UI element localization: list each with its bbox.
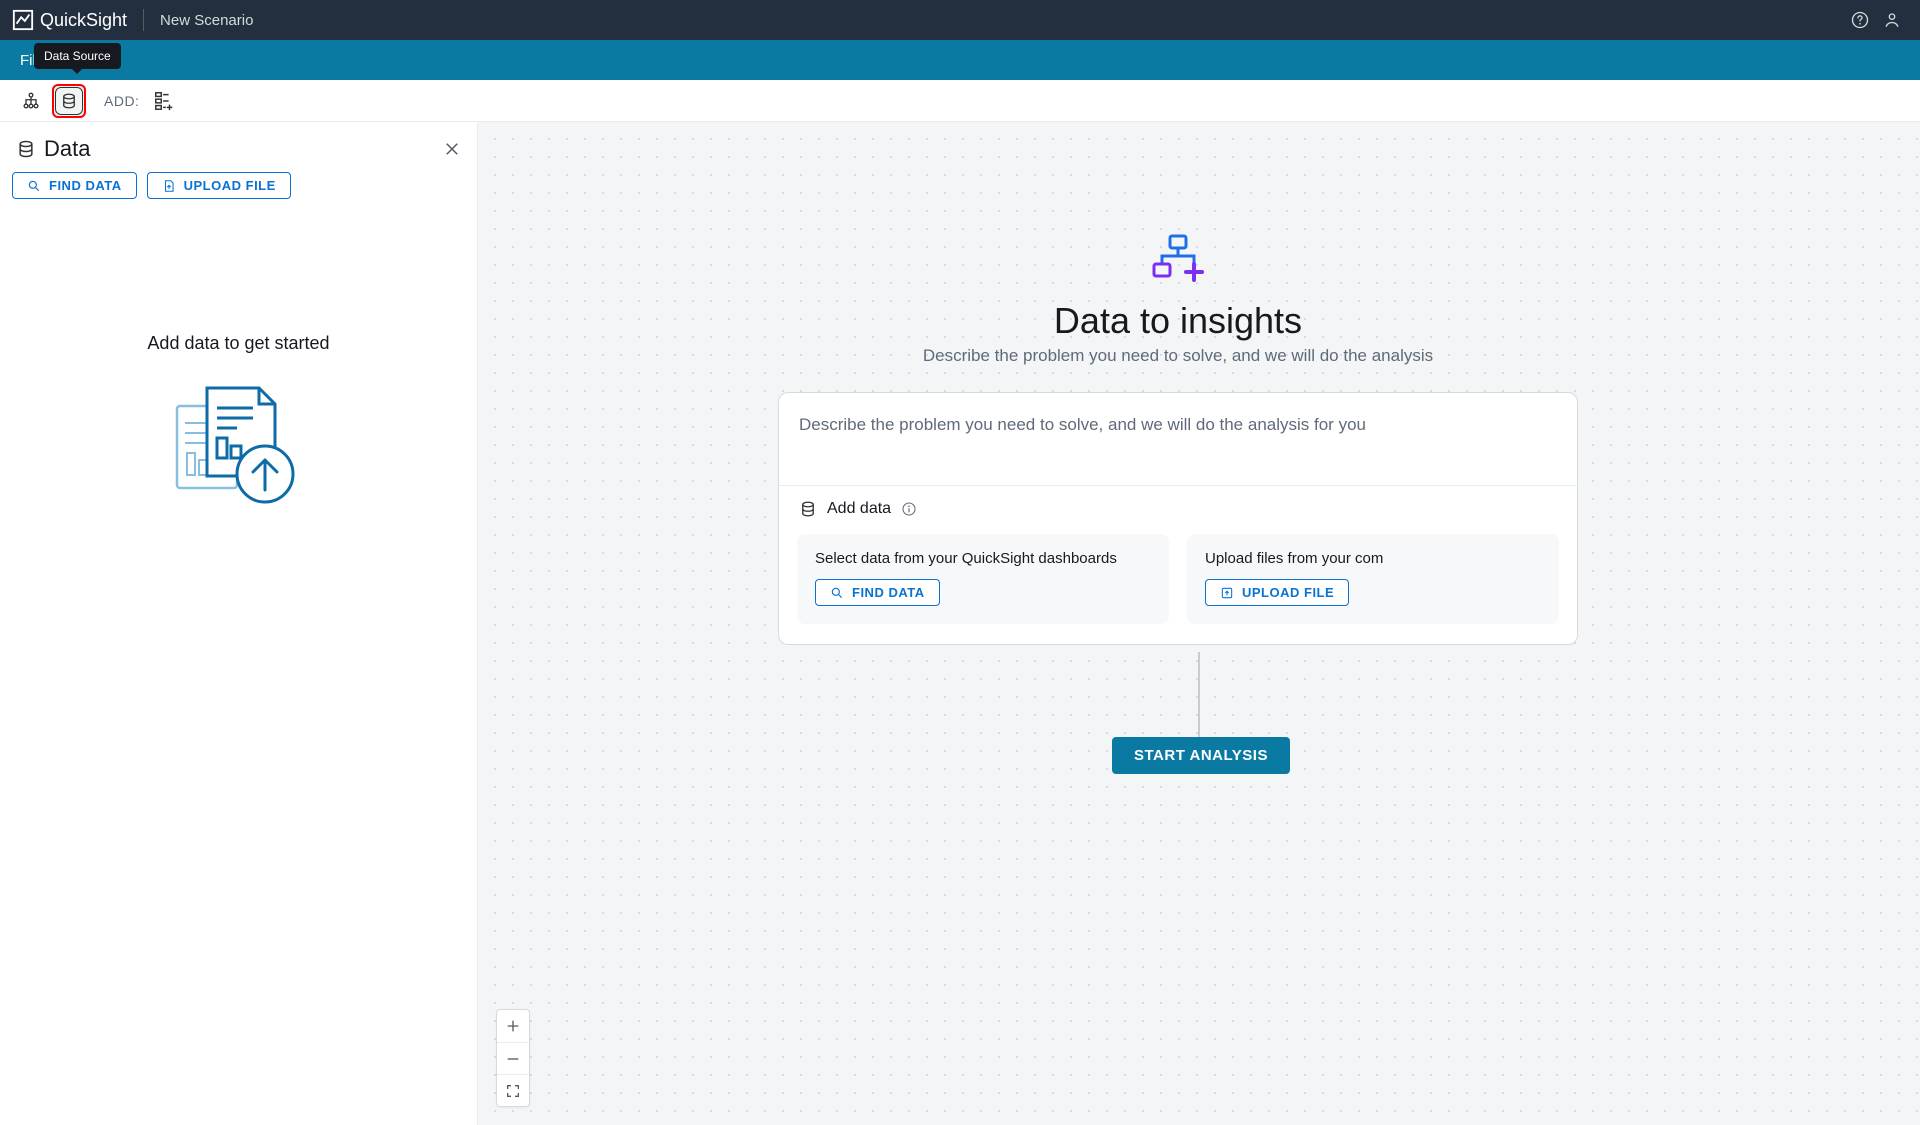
- close-panel-button[interactable]: [443, 140, 461, 158]
- help-button[interactable]: [1844, 4, 1876, 36]
- user-button[interactable]: [1876, 4, 1908, 36]
- upload-file-title: Upload files from your com: [1205, 550, 1541, 567]
- fullscreen-icon: [505, 1083, 521, 1099]
- add-block-button[interactable]: [147, 84, 181, 118]
- find-data-button[interactable]: FIND DATA: [12, 172, 137, 199]
- add-data-illustration: [169, 378, 309, 508]
- panel-actions: FIND DATA UPLOAD FILE: [0, 172, 477, 213]
- canvas[interactable]: Data to insights Describe the problem yo…: [478, 122, 1920, 1125]
- add-label: ADD:: [104, 93, 139, 109]
- prompt-box: Describe the problem you need to solve, …: [778, 392, 1578, 645]
- tooltip-data-source: Data Source: [34, 43, 121, 69]
- add-data-label: Add data: [827, 500, 891, 518]
- main: Data FIND DATA UPLOAD FILE Add data to g…: [0, 122, 1920, 1125]
- help-icon: [1850, 10, 1870, 30]
- panel-header: Data: [0, 122, 477, 172]
- database-icon: [60, 92, 78, 110]
- info-icon[interactable]: [901, 501, 917, 517]
- data-source-button[interactable]: [52, 84, 86, 118]
- fit-screen-button[interactable]: [497, 1074, 529, 1106]
- empty-state: Add data to get started: [0, 213, 477, 1125]
- topbar-divider: [143, 9, 144, 31]
- zoom-controls: [496, 1009, 530, 1107]
- hero-title: Data to insights: [1054, 300, 1302, 342]
- product-logo[interactable]: QuickSight: [12, 9, 127, 31]
- product-name: QuickSight: [40, 10, 127, 31]
- upload-icon: [162, 179, 176, 193]
- select-data-title: Select data from your QuickSight dashboa…: [815, 550, 1151, 567]
- user-icon: [1882, 10, 1902, 30]
- add-block-icon: [153, 90, 175, 112]
- search-icon: [27, 179, 41, 193]
- quicksight-logo-icon: [12, 9, 34, 31]
- upload-file-label: UPLOAD FILE: [184, 178, 276, 193]
- hero-subtitle: Describe the problem you need to solve, …: [923, 346, 1433, 366]
- tree-icon: [21, 91, 41, 111]
- find-data-label: FIND DATA: [49, 178, 122, 193]
- search-icon: [830, 586, 844, 600]
- topbar: QuickSight New Scenario: [0, 0, 1920, 40]
- upload-file-card: Upload files from your com UPLOAD FILE: [1187, 534, 1559, 624]
- database-icon: [799, 500, 817, 518]
- data-cards-row: Select data from your QuickSight dashboa…: [779, 524, 1577, 644]
- menubar: File View Data Source: [0, 40, 1920, 80]
- start-analysis-button[interactable]: START ANALYSIS: [1112, 737, 1290, 774]
- insights-icon: [1150, 232, 1206, 288]
- hero-card: Data to insights Describe the problem yo…: [778, 232, 1578, 645]
- empty-message: Add data to get started: [147, 333, 329, 354]
- add-data-row: Add data: [779, 486, 1577, 524]
- select-data-card: Select data from your QuickSight dashboa…: [797, 534, 1169, 624]
- find-data-label: FIND DATA: [852, 585, 925, 600]
- database-icon: [16, 139, 36, 159]
- upload-file-button-card[interactable]: UPLOAD FILE: [1205, 579, 1349, 606]
- left-panel: Data FIND DATA UPLOAD FILE Add data to g…: [0, 122, 478, 1125]
- find-data-button-card[interactable]: FIND DATA: [815, 579, 940, 606]
- close-icon: [443, 140, 461, 158]
- upload-icon: [1220, 586, 1234, 600]
- tree-view-button[interactable]: [14, 84, 48, 118]
- panel-title: Data: [44, 136, 435, 162]
- zoom-out-button[interactable]: [497, 1042, 529, 1074]
- scenario-name[interactable]: New Scenario: [160, 12, 253, 29]
- plus-icon: [505, 1018, 521, 1034]
- upload-file-button[interactable]: UPLOAD FILE: [147, 172, 291, 199]
- minus-icon: [505, 1051, 521, 1067]
- toolbar: ADD:: [0, 80, 1920, 122]
- prompt-input[interactable]: Describe the problem you need to solve, …: [779, 393, 1577, 486]
- connector-line: [1198, 652, 1200, 737]
- upload-file-label: UPLOAD FILE: [1242, 585, 1334, 600]
- zoom-in-button[interactable]: [497, 1010, 529, 1042]
